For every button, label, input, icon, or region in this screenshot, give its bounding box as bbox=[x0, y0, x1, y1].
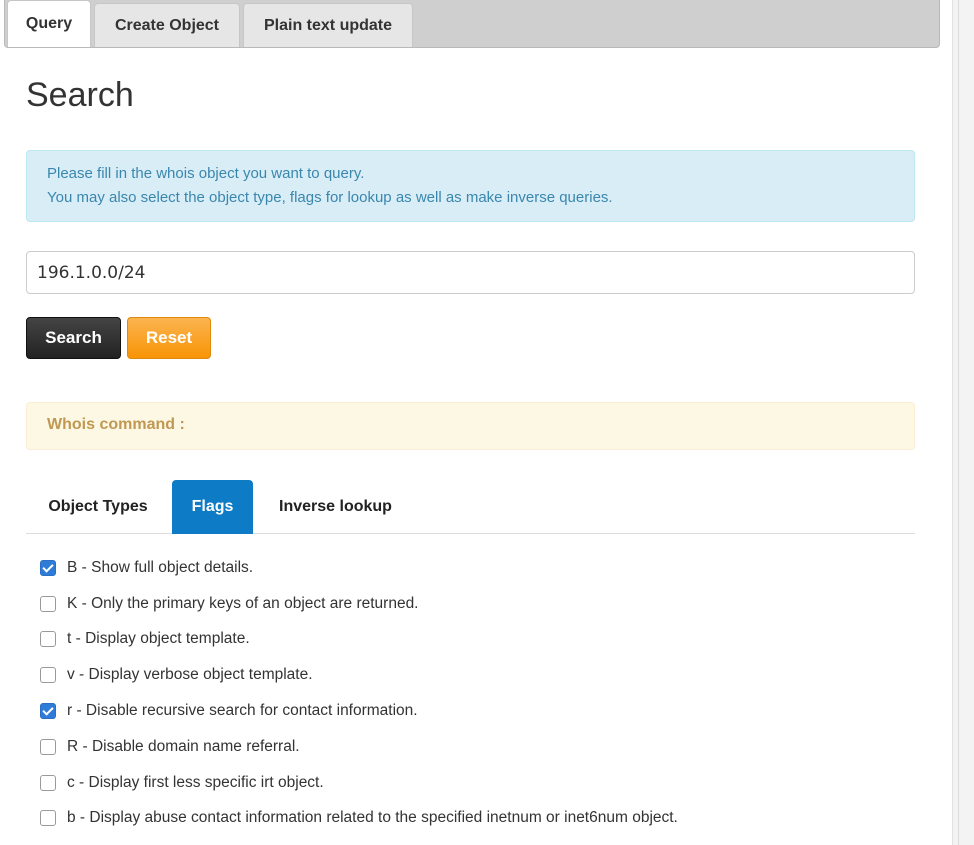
flags-list: B - Show full object details. K - Only t… bbox=[40, 550, 678, 836]
query-options-tabs: Object Types Flags Inverse lookup bbox=[26, 480, 915, 534]
flag-label: r - Disable recursive search for contact… bbox=[67, 702, 418, 720]
flag-label: K - Only the primary keys of an object a… bbox=[67, 594, 419, 612]
tab-query[interactable]: Query bbox=[7, 0, 91, 47]
checkbox[interactable] bbox=[40, 631, 56, 648]
reset-button[interactable]: Reset bbox=[127, 317, 211, 359]
tab-flags[interactable]: Flags bbox=[172, 480, 253, 534]
tab-create-object[interactable]: Create Object bbox=[94, 3, 240, 47]
scrollbar[interactable] bbox=[952, 0, 974, 845]
checkbox[interactable] bbox=[40, 559, 56, 576]
checkbox[interactable] bbox=[40, 703, 56, 720]
flag-item-r[interactable]: r - Disable recursive search for contact… bbox=[40, 693, 678, 729]
flag-label: t - Display object template. bbox=[67, 630, 250, 648]
tab-object-types[interactable]: Object Types bbox=[26, 480, 170, 534]
top-tab-bar: Query Create Object Plain text update bbox=[4, 0, 940, 48]
flag-item-k-upper[interactable]: K - Only the primary keys of an object a… bbox=[40, 586, 678, 622]
tab-plain-text-update[interactable]: Plain text update bbox=[243, 3, 413, 47]
flag-label: B - Show full object details. bbox=[67, 558, 254, 576]
flag-item-v[interactable]: v - Display verbose object template. bbox=[40, 657, 678, 693]
info-alert: Please fill in the whois object you want… bbox=[26, 150, 915, 222]
flag-label: v - Display verbose object template. bbox=[67, 666, 313, 684]
checkbox[interactable] bbox=[40, 810, 56, 827]
checkbox[interactable] bbox=[40, 667, 56, 684]
flag-item-b-upper[interactable]: B - Show full object details. bbox=[40, 550, 678, 586]
flag-label: R - Disable domain name referral. bbox=[67, 737, 300, 755]
scrollbar-track bbox=[958, 0, 959, 845]
checkbox[interactable] bbox=[40, 595, 56, 612]
tab-inverse-lookup[interactable]: Inverse lookup bbox=[258, 480, 413, 534]
page: Query Create Object Plain text update Se… bbox=[0, 0, 974, 845]
whois-command-box: Whois command : bbox=[26, 402, 915, 450]
flag-label: b - Display abuse contact information re… bbox=[67, 809, 678, 827]
flag-item-r-upper[interactable]: R - Disable domain name referral. bbox=[40, 729, 678, 765]
page-title: Search bbox=[26, 76, 134, 114]
flag-label: c - Display first less specific irt obje… bbox=[67, 773, 324, 791]
info-line-2: You may also select the object type, fla… bbox=[47, 189, 613, 206]
search-button[interactable]: Search bbox=[26, 317, 121, 359]
flag-item-b[interactable]: b - Display abuse contact information re… bbox=[40, 801, 678, 837]
flag-item-t[interactable]: t - Display object template. bbox=[40, 622, 678, 658]
info-line-1: Please fill in the whois object you want… bbox=[47, 165, 365, 182]
search-input[interactable] bbox=[26, 251, 915, 294]
flag-item-c[interactable]: c - Display first less specific irt obje… bbox=[40, 765, 678, 801]
whois-command-label: Whois command : bbox=[47, 416, 185, 433]
checkbox[interactable] bbox=[40, 774, 56, 791]
checkbox[interactable] bbox=[40, 738, 56, 755]
